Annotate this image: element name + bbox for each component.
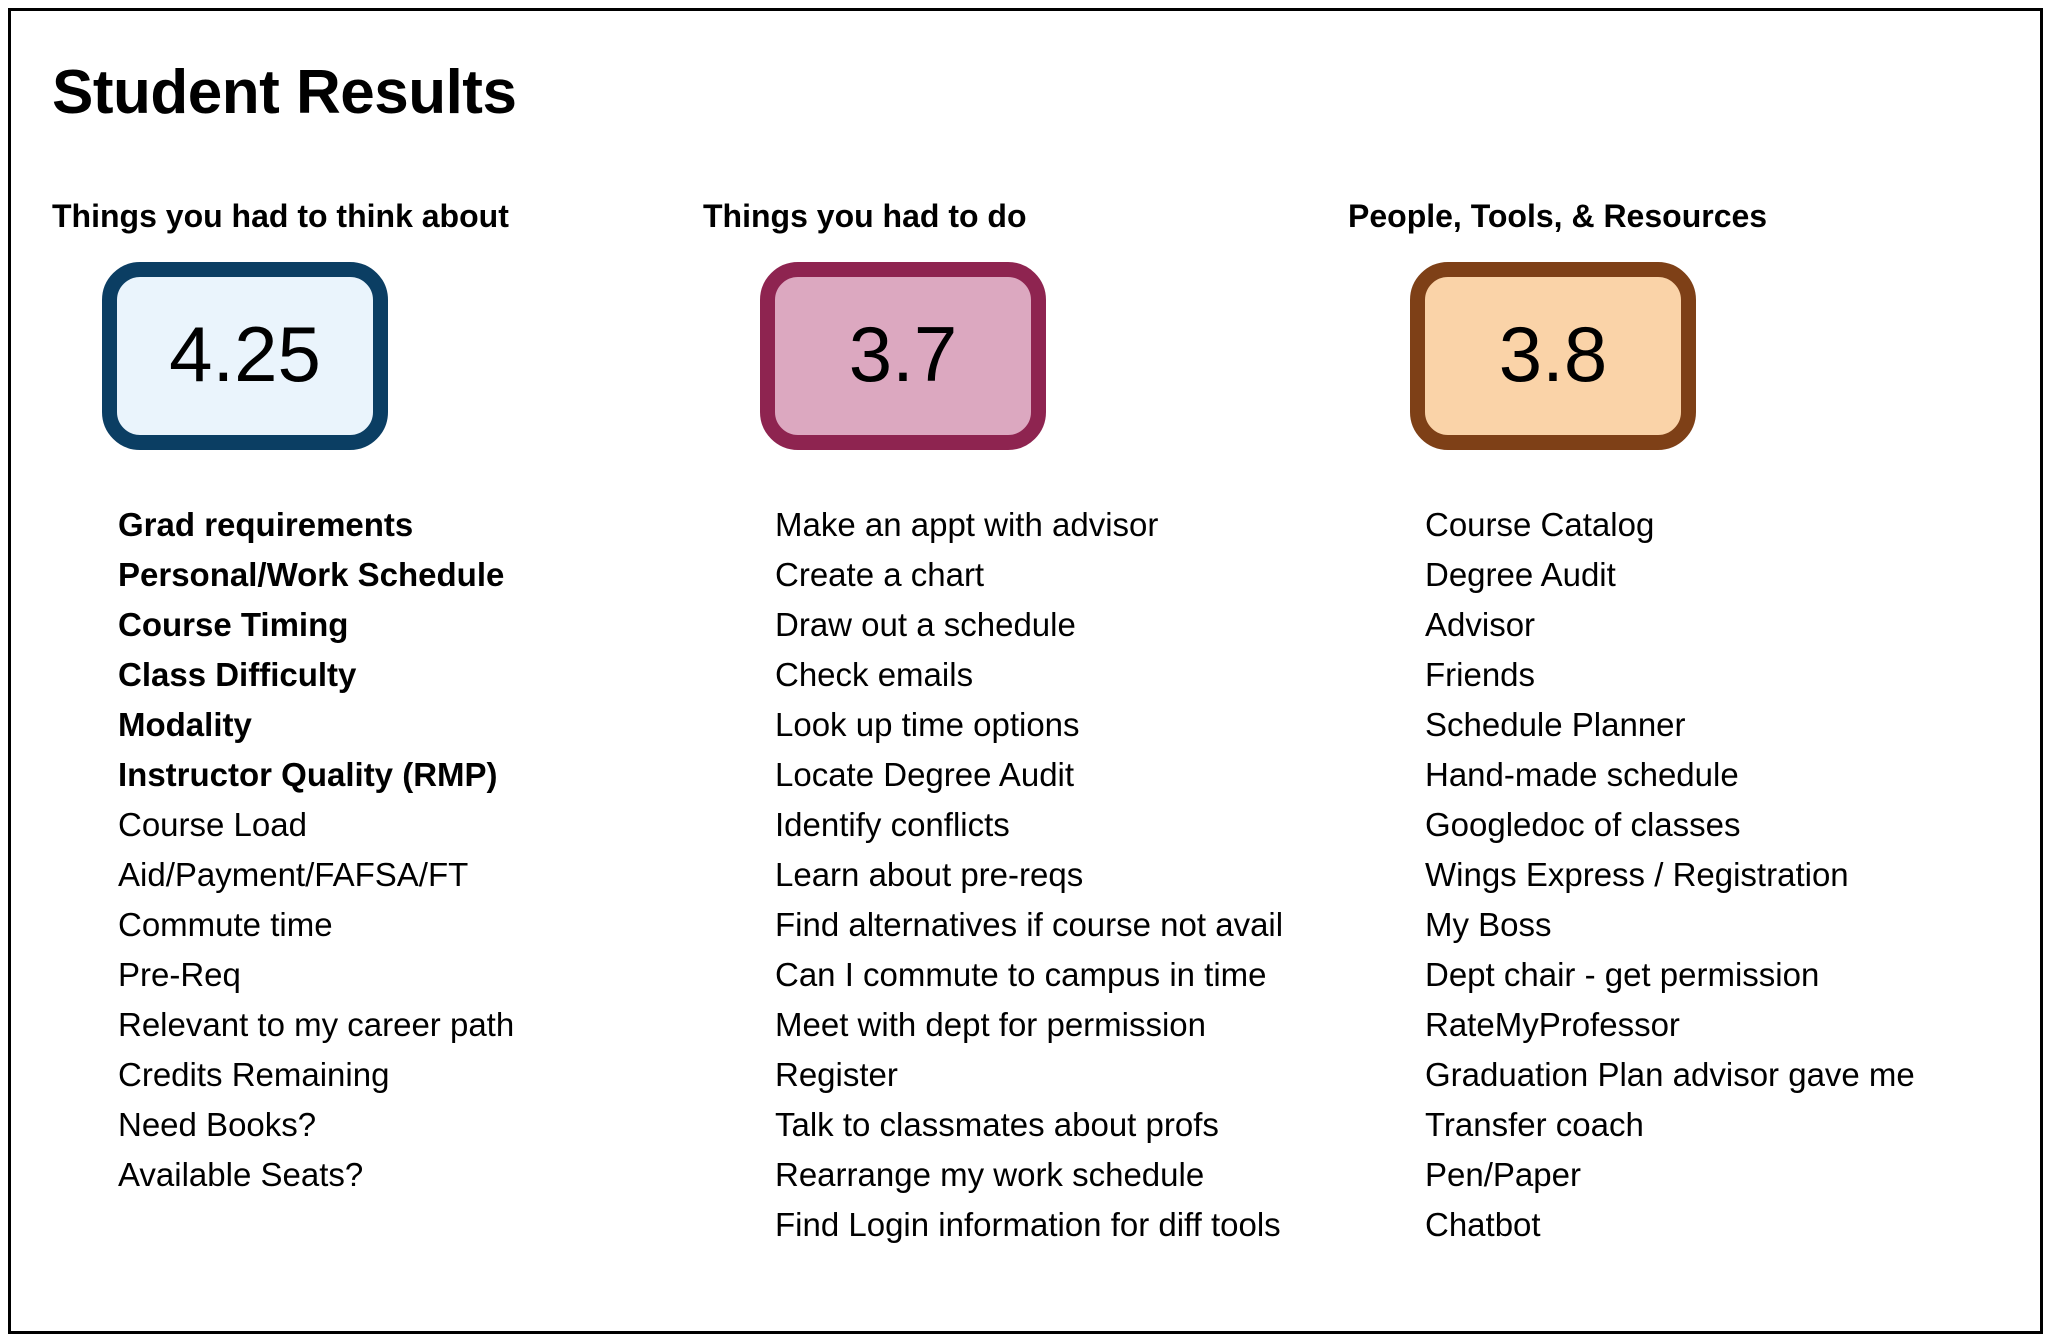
list-item: Find alternatives if course not avail bbox=[775, 906, 1284, 943]
list-item: Schedule Planner bbox=[1425, 706, 1686, 743]
column-header: People, Tools, & Resources bbox=[1348, 198, 1768, 234]
list-item: Friends bbox=[1425, 656, 1536, 693]
list-item: Register bbox=[775, 1056, 898, 1093]
list-item: Modality bbox=[118, 706, 252, 743]
list-item: Degree Audit bbox=[1425, 556, 1616, 593]
list-item: Grad requirements bbox=[118, 506, 414, 543]
list-item: Relevant to my career path bbox=[118, 1006, 515, 1043]
list-item: Can I commute to campus in time bbox=[775, 956, 1267, 993]
list-item: Googledoc of classes bbox=[1425, 806, 1741, 843]
list-item: Pre-Req bbox=[118, 956, 241, 993]
list-item: Look up time options bbox=[775, 706, 1080, 743]
item-list: Make an appt with advisor Create a chart D… bbox=[775, 500, 1283, 1250]
item-list: Grad requirements Personal/Work Schedule C… bbox=[118, 500, 514, 1200]
list-item: Meet with dept for permission bbox=[775, 1006, 1207, 1043]
list-item: Instructor Quality (RMP) bbox=[118, 756, 498, 793]
list-item: My Boss bbox=[1425, 906, 1552, 943]
column-header: Things you had to think about bbox=[52, 198, 509, 234]
list-item: Make an appt with advisor bbox=[775, 506, 1159, 543]
list-item: Class Difficulty bbox=[118, 656, 357, 693]
list-item: Course Timing bbox=[118, 606, 349, 643]
score-box: 3.7 bbox=[760, 262, 1046, 450]
list-item: Need Books? bbox=[118, 1106, 317, 1143]
list-item: Pen/Paper bbox=[1425, 1156, 1581, 1193]
list-item: Dept chair - get permission bbox=[1425, 956, 1820, 993]
list-item: Find Login information for diff tools bbox=[775, 1206, 1281, 1243]
score-value: 3.8 bbox=[1498, 310, 1608, 398]
list-item: Rearrange my work schedule bbox=[775, 1156, 1205, 1193]
list-item: Graduation Plan advisor gave me bbox=[1425, 1056, 1915, 1093]
list-item: Credits Remaining bbox=[118, 1056, 390, 1093]
list-item: Available Seats? bbox=[118, 1156, 364, 1193]
list-item: Course Load bbox=[118, 806, 307, 843]
list-item: Identify conflicts bbox=[775, 806, 1010, 843]
list-item: RateMyProfessor bbox=[1425, 1006, 1680, 1043]
score-box: 3.8 bbox=[1410, 262, 1696, 450]
score-value: 4.25 bbox=[169, 310, 321, 398]
list-item: Hand-made schedule bbox=[1425, 756, 1739, 793]
item-list: Course Catalog Degree Audit Advisor Friends… bbox=[1425, 500, 1915, 1250]
list-item: Aid/Payment/FAFSA/FT bbox=[118, 856, 469, 893]
list-item: Talk to classmates about profs bbox=[775, 1106, 1219, 1143]
slide-content: Student Results Things you had to think … bbox=[0, 0, 2051, 1342]
list-item: Commute time bbox=[118, 906, 333, 943]
list-item: Chatbot bbox=[1425, 1206, 1541, 1243]
student-results-slide: Student Results Things you had to think … bbox=[0, 0, 2051, 1342]
list-item: Draw out a schedule bbox=[775, 606, 1076, 643]
results-column-think-about: Things you had to think about 4.25 Grad … bbox=[0, 0, 660, 1342]
column-header: Things you had to do bbox=[703, 198, 1027, 234]
list-item: Advisor bbox=[1425, 606, 1536, 643]
score-value: 3.7 bbox=[848, 310, 958, 398]
list-item: Transfer coach bbox=[1425, 1106, 1644, 1143]
score-box: 4.25 bbox=[102, 262, 388, 450]
list-item: Course Catalog bbox=[1425, 506, 1655, 543]
list-item: Wings Express / Registration bbox=[1425, 856, 1849, 893]
list-item: Create a chart bbox=[775, 556, 985, 593]
list-item: Locate Degree Audit bbox=[775, 756, 1075, 793]
results-column-had-to-do: Things you had to do 3.7 Make an appt wi… bbox=[660, 0, 1320, 1342]
results-column-people-tools-resources: People, Tools, & Resources 3.8 Course Ca… bbox=[1320, 0, 2051, 1342]
list-item: Learn about pre-reqs bbox=[775, 856, 1084, 893]
list-item: Personal/Work Schedule bbox=[118, 556, 505, 593]
list-item: Check emails bbox=[775, 656, 974, 693]
